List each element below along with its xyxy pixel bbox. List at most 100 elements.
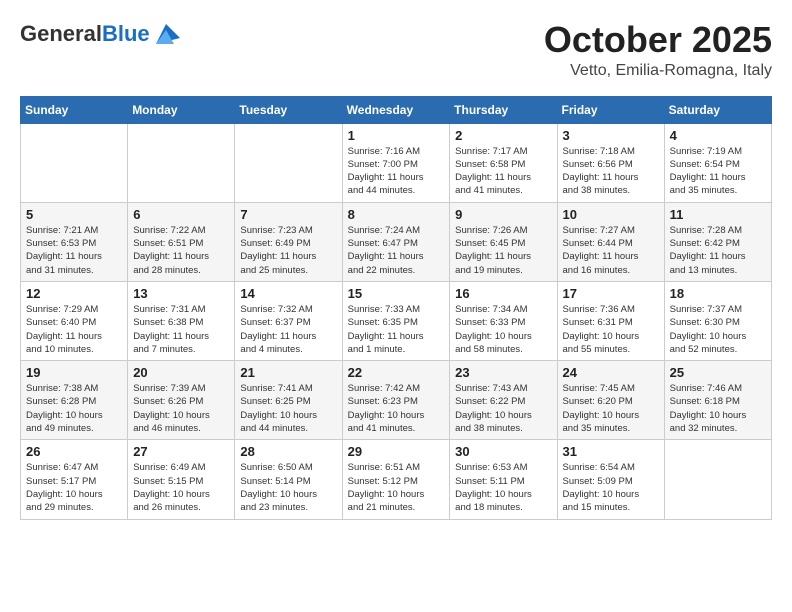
table-row: 7Sunrise: 7:23 AM Sunset: 6:49 PM Daylig… xyxy=(235,202,342,281)
day-number: 14 xyxy=(240,286,336,301)
table-row: 26 Sunrise: 6:47 AM Sunset: 5:17 PM Dayli… xyxy=(21,440,128,519)
day-number: 25 xyxy=(670,365,766,380)
day-info: Sunrise: 7:19 AM Sunset: 6:54 PM Dayligh… xyxy=(670,145,766,198)
calendar: Sunday Monday Tuesday Wednesday Thursday… xyxy=(20,96,772,520)
day-info: Sunrise: 7:36 AM Sunset: 6:31 PM Dayligh… xyxy=(563,303,659,356)
table-row: 30 Sunrise: 6:53 AM Sunset: 5:11 PM Dayli… xyxy=(450,440,557,519)
day-info: Sunrise: 7:46 AM Sunset: 6:18 PM Dayligh… xyxy=(670,382,766,435)
table-row: 9Sunrise: 7:26 AM Sunset: 6:45 PM Daylig… xyxy=(450,202,557,281)
header-saturday: Saturday xyxy=(664,96,771,123)
day-number: 11 xyxy=(670,207,766,222)
day-number: 16 xyxy=(455,286,551,301)
day-number: 3 xyxy=(563,128,659,143)
header-friday: Friday xyxy=(557,96,664,123)
calendar-week-row: 12 Sunrise: 7:29 AM Sunset: 6:40 PM Dayli… xyxy=(21,281,772,360)
day-number: 13 xyxy=(133,286,229,301)
day-info: Sunrise: 6:51 AM Sunset: 5:12 PM Dayligh… xyxy=(348,461,445,514)
day-number: 27 xyxy=(133,444,229,459)
day-info: Sunrise: 7:29 AM Sunset: 6:40 PM Dayligh… xyxy=(26,303,122,356)
day-info: Sunrise: 7:38 AM Sunset: 6:28 PM Dayligh… xyxy=(26,382,122,435)
table-row: 27 Sunrise: 6:49 AM Sunset: 5:15 PM Dayli… xyxy=(128,440,235,519)
table-row: 18 Sunrise: 7:37 AM Sunset: 6:30 PM Dayli… xyxy=(664,281,771,360)
day-info: Sunrise: 7:27 AM Sunset: 6:44 PM Dayligh… xyxy=(563,224,659,277)
day-info: Sunrise: 7:31 AM Sunset: 6:38 PM Dayligh… xyxy=(133,303,229,356)
weekday-header-row: Sunday Monday Tuesday Wednesday Thursday… xyxy=(21,96,772,123)
calendar-week-row: 5 Sunrise: 7:21 AM Sunset: 6:53 PM Daylig… xyxy=(21,202,772,281)
table-row xyxy=(235,123,342,202)
table-row: 23 Sunrise: 7:43 AM Sunset: 6:22 PM Dayli… xyxy=(450,361,557,440)
day-number: 17 xyxy=(563,286,659,301)
day-info: Sunrise: 7:18 AM Sunset: 6:56 PM Dayligh… xyxy=(563,145,659,198)
table-row: 21 Sunrise: 7:41 AM Sunset: 6:25 PM Dayli… xyxy=(235,361,342,440)
header-wednesday: Wednesday xyxy=(342,96,450,123)
calendar-week-row: 1Sunrise: 7:16 AM Sunset: 7:00 PM Daylig… xyxy=(21,123,772,202)
logo-icon xyxy=(152,20,180,48)
day-number: 23 xyxy=(455,365,551,380)
table-row: 16Sunrise: 7:34 AM Sunset: 6:33 PM Dayli… xyxy=(450,281,557,360)
day-info: Sunrise: 7:41 AM Sunset: 6:25 PM Dayligh… xyxy=(240,382,336,435)
table-row: 2 Sunrise: 7:17 AM Sunset: 6:58 PM Daylig… xyxy=(450,123,557,202)
table-row: 6 Sunrise: 7:22 AM Sunset: 6:51 PM Daylig… xyxy=(128,202,235,281)
table-row: 3 Sunrise: 7:18 AM Sunset: 6:56 PM Daylig… xyxy=(557,123,664,202)
day-info: Sunrise: 7:16 AM Sunset: 7:00 PM Dayligh… xyxy=(348,145,445,198)
day-number: 7 xyxy=(240,207,336,222)
table-row: 13 Sunrise: 7:31 AM Sunset: 6:38 PM Dayli… xyxy=(128,281,235,360)
day-number: 12 xyxy=(26,286,122,301)
header-monday: Monday xyxy=(128,96,235,123)
table-row: 11Sunrise: 7:28 AM Sunset: 6:42 PM Dayli… xyxy=(664,202,771,281)
header-tuesday: Tuesday xyxy=(235,96,342,123)
calendar-week-row: 19 Sunrise: 7:38 AM Sunset: 6:28 PM Dayli… xyxy=(21,361,772,440)
day-info: Sunrise: 6:47 AM Sunset: 5:17 PM Dayligh… xyxy=(26,461,122,514)
table-row xyxy=(21,123,128,202)
day-number: 20 xyxy=(133,365,229,380)
table-row: 15 Sunrise: 7:33 AM Sunset: 6:35 PM Dayli… xyxy=(342,281,450,360)
header: GeneralBlue October 2025 Vetto, Emilia-R… xyxy=(20,20,772,80)
day-info: Sunrise: 6:49 AM Sunset: 5:15 PM Dayligh… xyxy=(133,461,229,514)
table-row: 19 Sunrise: 7:38 AM Sunset: 6:28 PM Dayli… xyxy=(21,361,128,440)
table-row xyxy=(128,123,235,202)
table-row: 10 Sunrise: 7:27 AM Sunset: 6:44 PM Dayli… xyxy=(557,202,664,281)
day-number: 10 xyxy=(563,207,659,222)
day-info: Sunrise: 6:54 AM Sunset: 5:09 PM Dayligh… xyxy=(563,461,659,514)
day-number: 4 xyxy=(670,128,766,143)
day-info: Sunrise: 7:43 AM Sunset: 6:22 PM Dayligh… xyxy=(455,382,551,435)
day-number: 22 xyxy=(348,365,445,380)
day-info: Sunrise: 7:17 AM Sunset: 6:58 PM Dayligh… xyxy=(455,145,551,198)
logo-general-text: General xyxy=(20,21,102,46)
day-number: 28 xyxy=(240,444,336,459)
day-number: 30 xyxy=(455,444,551,459)
day-info: Sunrise: 7:21 AM Sunset: 6:53 PM Dayligh… xyxy=(26,224,122,277)
table-row: 25 Sunrise: 7:46 AM Sunset: 6:18 PM Dayli… xyxy=(664,361,771,440)
day-number: 21 xyxy=(240,365,336,380)
logo-blue-text: Blue xyxy=(102,21,150,46)
day-info: Sunrise: 6:50 AM Sunset: 5:14 PM Dayligh… xyxy=(240,461,336,514)
table-row: 14 Sunrise: 7:32 AM Sunset: 6:37 PM Dayli… xyxy=(235,281,342,360)
day-info: Sunrise: 7:42 AM Sunset: 6:23 PM Dayligh… xyxy=(348,382,445,435)
day-number: 18 xyxy=(670,286,766,301)
table-row: 17 Sunrise: 7:36 AM Sunset: 6:31 PM Dayli… xyxy=(557,281,664,360)
day-number: 2 xyxy=(455,128,551,143)
day-number: 6 xyxy=(133,207,229,222)
day-info: Sunrise: 7:32 AM Sunset: 6:37 PM Dayligh… xyxy=(240,303,336,356)
day-number: 5 xyxy=(26,207,122,222)
day-number: 15 xyxy=(348,286,445,301)
title-block: October 2025 Vetto, Emilia-Romagna, Ital… xyxy=(544,20,772,80)
day-info: Sunrise: 6:53 AM Sunset: 5:11 PM Dayligh… xyxy=(455,461,551,514)
table-row: 20 Sunrise: 7:39 AM Sunset: 6:26 PM Dayli… xyxy=(128,361,235,440)
calendar-week-row: 26 Sunrise: 6:47 AM Sunset: 5:17 PM Dayli… xyxy=(21,440,772,519)
table-row: 29 Sunrise: 6:51 AM Sunset: 5:12 PM Dayli… xyxy=(342,440,450,519)
table-row xyxy=(664,440,771,519)
day-number: 19 xyxy=(26,365,122,380)
day-info: Sunrise: 7:37 AM Sunset: 6:30 PM Dayligh… xyxy=(670,303,766,356)
day-number: 29 xyxy=(348,444,445,459)
table-row: 12 Sunrise: 7:29 AM Sunset: 6:40 PM Dayli… xyxy=(21,281,128,360)
location-title: Vetto, Emilia-Romagna, Italy xyxy=(544,62,772,80)
day-number: 26 xyxy=(26,444,122,459)
month-title: October 2025 xyxy=(544,20,772,60)
header-sunday: Sunday xyxy=(21,96,128,123)
day-info: Sunrise: 7:39 AM Sunset: 6:26 PM Dayligh… xyxy=(133,382,229,435)
day-number: 24 xyxy=(563,365,659,380)
day-info: Sunrise: 7:33 AM Sunset: 6:35 PM Dayligh… xyxy=(348,303,445,356)
logo: GeneralBlue xyxy=(20,20,180,48)
day-info: Sunrise: 7:22 AM Sunset: 6:51 PM Dayligh… xyxy=(133,224,229,277)
